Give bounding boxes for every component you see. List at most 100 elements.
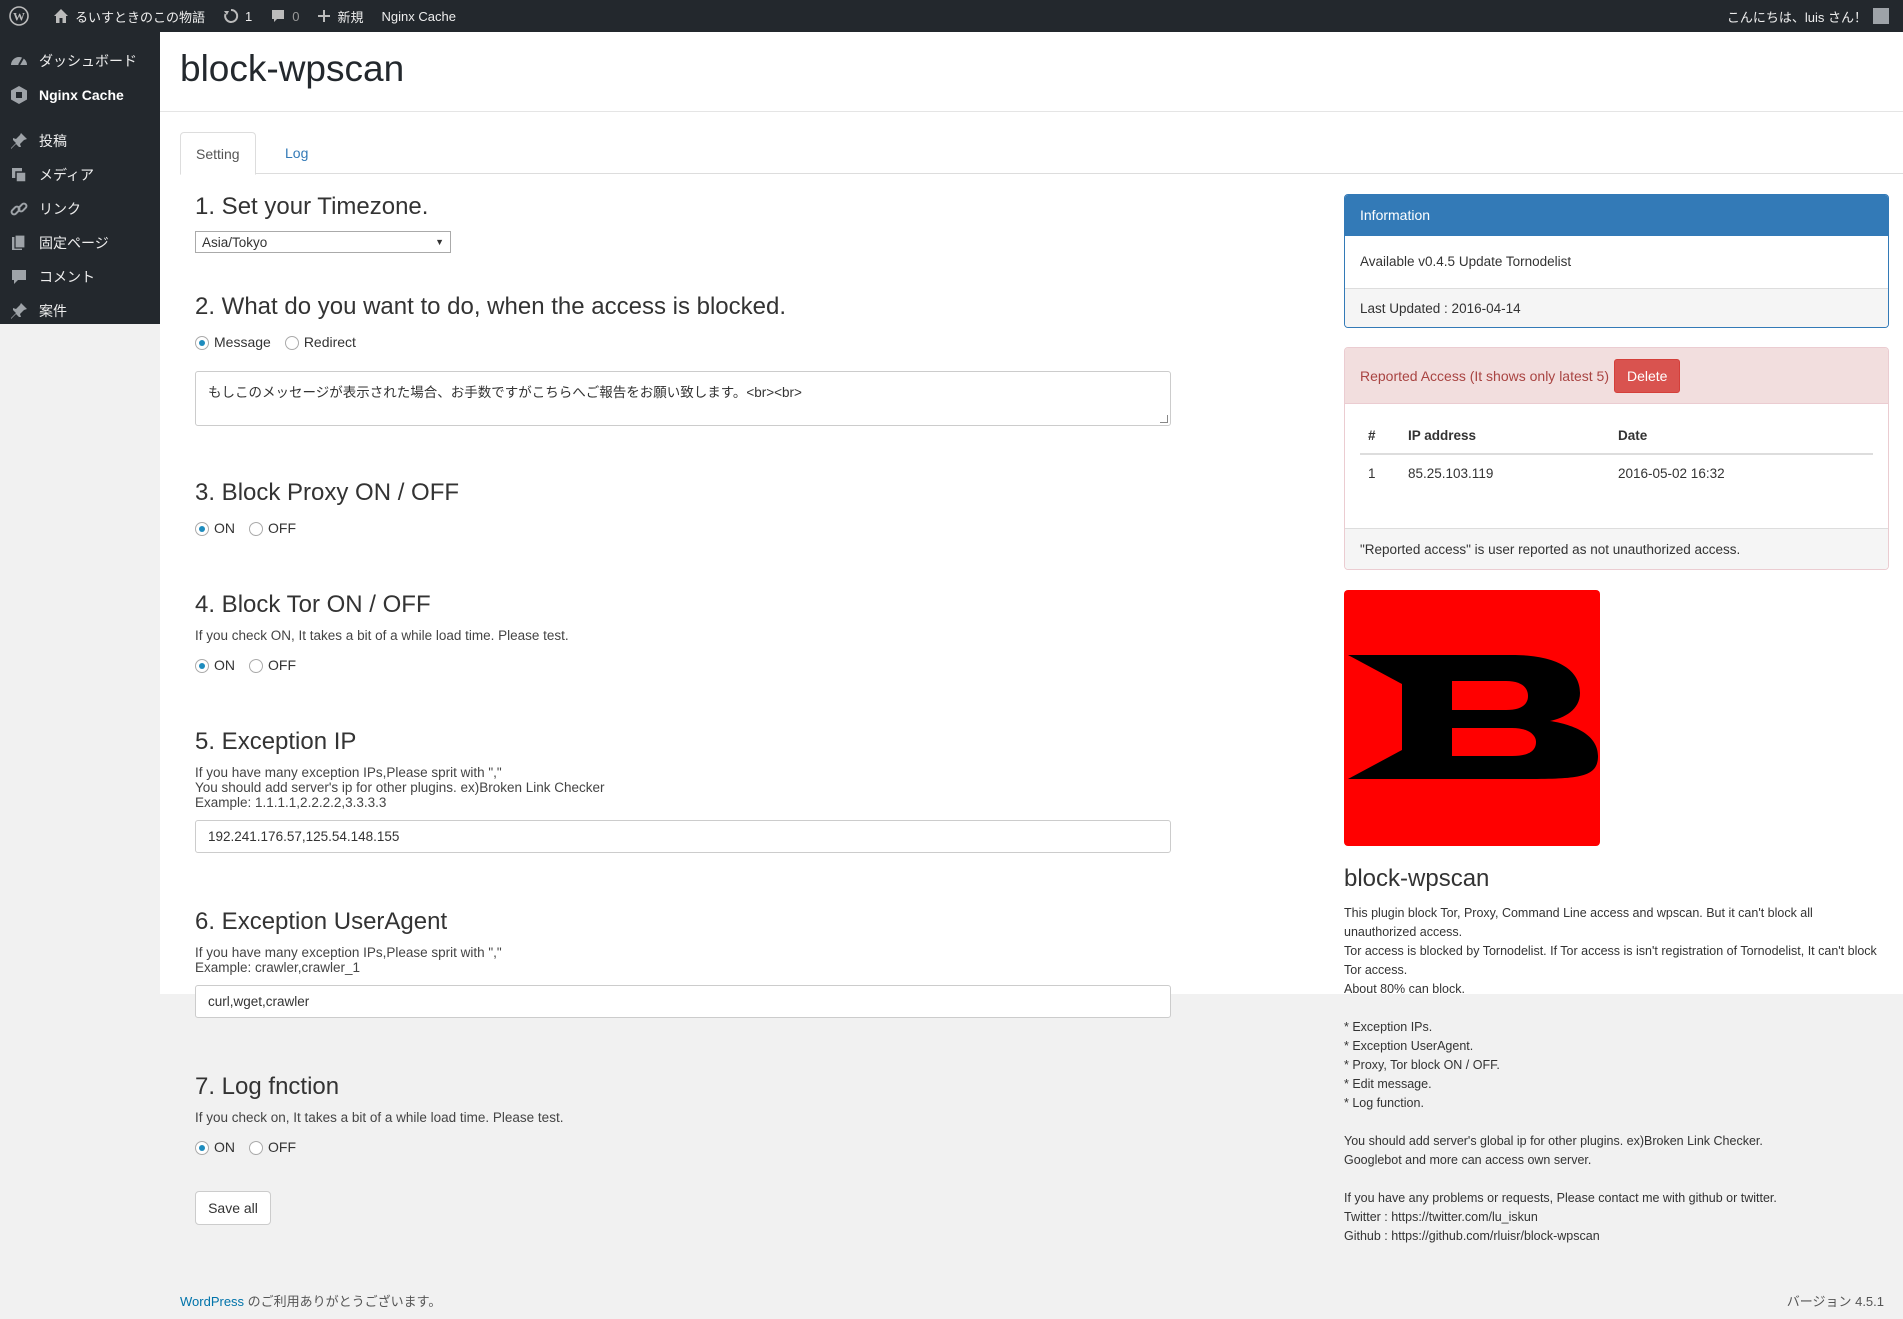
- description-line: Github : https://github.com/rluisr/block…: [1344, 1229, 1600, 1243]
- radio-log-off[interactable]: [249, 1140, 263, 1155]
- section-title-exception-useragent: 6. Exception UserAgent: [195, 908, 448, 935]
- block-proxy-radio-group: ON OFF: [195, 520, 310, 536]
- radio-label-off: OFF: [268, 657, 296, 673]
- log-function-help: If you check on, It takes a bit of a whi…: [195, 1110, 564, 1125]
- wordpress-link[interactable]: WordPress: [180, 1294, 244, 1309]
- svg-text:W: W: [13, 10, 25, 24]
- home-icon: [54, 9, 68, 23]
- description-line: * Edit message.: [1344, 1077, 1432, 1091]
- radio-label-redirect: Redirect: [303, 334, 356, 350]
- information-heading: Information: [1345, 195, 1888, 236]
- radio-proxy-on[interactable]: [195, 521, 209, 536]
- row-date: 2016-05-02 16:32: [1618, 466, 1725, 481]
- menu-label: リンク: [39, 201, 81, 217]
- comment-icon: [272, 10, 285, 22]
- radio-proxy-off[interactable]: [249, 521, 263, 536]
- information-footer: Last Updated : 2016-04-14: [1345, 288, 1888, 327]
- exception-ip-help-2: You should add server's ip for other plu…: [195, 780, 605, 795]
- exception-ip-help-1: If you have many exception IPs,Please sp…: [195, 765, 502, 780]
- radio-log-on[interactable]: [195, 1140, 209, 1155]
- description-line: Tor access is blocked by Tornodelist. If…: [1344, 944, 1877, 977]
- tab-bar: Setting Log: [180, 132, 1903, 175]
- table-header-row: # IP address Date: [1360, 418, 1873, 455]
- timezone-select[interactable]: Asia/Tokyo ▼: [195, 231, 451, 253]
- updates-icon: [224, 8, 239, 23]
- description-line: * Exception UserAgent.: [1344, 1039, 1474, 1053]
- menu-label: 固定ページ: [39, 235, 109, 251]
- tab-setting[interactable]: Setting: [180, 132, 256, 175]
- updates-link[interactable]: 1: [214, 0, 261, 32]
- section-title-log-function: 7. Log fnction: [195, 1073, 340, 1100]
- page-title: block-wpscan: [180, 48, 405, 89]
- new-label: 新規: [337, 9, 364, 25]
- description-line: If you have any problems or requests, Pl…: [1344, 1191, 1777, 1205]
- reported-access-table: # IP address Date 1 85.25.103.119 2016-0…: [1360, 418, 1873, 492]
- radio-tor-off[interactable]: [249, 658, 263, 673]
- block-tor-help: If you check ON, It takes a bit of a whi…: [195, 628, 569, 643]
- radio-label-on: ON: [214, 657, 235, 673]
- menu-label: Nginx Cache: [39, 87, 124, 103]
- nginx-icon: [11, 86, 27, 104]
- new-content-link[interactable]: 新規: [308, 0, 372, 32]
- resize-grip-icon[interactable]: [1160, 415, 1168, 423]
- footer-version: バージョン 4.5.1: [1786, 1294, 1884, 1309]
- radio-label-on: ON: [214, 520, 235, 536]
- nginx-cache-link[interactable]: Nginx Cache: [373, 0, 465, 32]
- radio-message[interactable]: [195, 335, 209, 350]
- tab-log[interactable]: Log: [270, 132, 323, 174]
- description-line: [1344, 1170, 1884, 1189]
- radio-label-on: ON: [214, 1139, 235, 1155]
- reported-access-title: Reported Access (It shows only latest 5): [1360, 367, 1609, 384]
- timezone-value: Asia/Tokyo: [202, 234, 268, 250]
- menu-item-media[interactable]: メディア: [0, 158, 160, 192]
- section-title-exception-ip: 5. Exception IP: [195, 728, 357, 755]
- menu-item-posts[interactable]: 投稿: [0, 124, 160, 158]
- exception-ip-value: 192.241.176.57,125.54.148.155: [208, 829, 400, 844]
- menu-item-nginx-cache[interactable]: Nginx Cache: [0, 78, 160, 112]
- menu-item-links[interactable]: リンク: [0, 192, 160, 226]
- information-panel: Information Available v0.4.5 Update Torn…: [1344, 194, 1889, 328]
- table-row: 1 85.25.103.119 2016-05-02 16:32: [1360, 454, 1873, 492]
- description-line: [1344, 999, 1884, 1018]
- comments-link[interactable]: 0: [261, 0, 308, 32]
- admin-bar: W るいすときのこの物語 1 0 新規 Nginx Cache こんにちは、lu…: [0, 0, 1903, 32]
- description-line: You should add server's global ip for ot…: [1344, 1134, 1763, 1148]
- dashboard-icon: [11, 57, 27, 66]
- avatar: [1873, 8, 1889, 24]
- exception-useragent-input[interactable]: curl,wget,crawler: [195, 985, 1171, 1018]
- description-line: * Exception IPs.: [1344, 1020, 1433, 1034]
- menu-item-comments[interactable]: コメント: [0, 260, 160, 294]
- radio-redirect[interactable]: [284, 335, 299, 350]
- exception-ip-input[interactable]: 192.241.176.57,125.54.148.155: [195, 820, 1171, 853]
- description-line: * Proxy, Tor block ON / OFF.: [1344, 1058, 1500, 1072]
- comment-icon: [12, 270, 26, 284]
- radio-label-off: OFF: [268, 1139, 296, 1155]
- exception-ip-help-3: Example: 1.1.1.1,2.2.2.2,3.3.3.3: [195, 795, 387, 810]
- pin-icon: [11, 133, 27, 149]
- account-link[interactable]: こんにちは、luis さん！: [1718, 0, 1903, 32]
- description-line: [1344, 1113, 1884, 1132]
- column-header: #: [1360, 418, 1400, 455]
- information-body: Available v0.4.5 Update Tornodelist: [1360, 254, 1572, 269]
- menu-item-projects[interactable]: 案件: [0, 294, 160, 328]
- message-textarea[interactable]: もしこのメッセージが表示された場合、お手数ですがこちらへご報告をお願い致します。…: [195, 371, 1171, 426]
- radio-label-off: OFF: [268, 520, 296, 536]
- delete-button[interactable]: Delete: [1614, 358, 1681, 393]
- site-name-link[interactable]: るいすときのこの物語: [44, 0, 214, 32]
- menu-item-dashboard[interactable]: ダッシュボード: [0, 44, 160, 78]
- radio-label-message: Message: [214, 334, 271, 350]
- description-line: About 80% can block.: [1344, 982, 1465, 996]
- description-line: Googlebot and more can access own server…: [1344, 1153, 1592, 1167]
- plugin-description: This plugin block Tor, Proxy, Command Li…: [1344, 904, 1884, 1246]
- row-ip: 85.25.103.119: [1408, 466, 1494, 481]
- save-all-button[interactable]: Save all: [195, 1191, 271, 1225]
- menu-label: ダッシュボード: [39, 53, 137, 69]
- section-title-block-proxy: 3. Block Proxy ON / OFF: [195, 479, 460, 506]
- wp-logo-icon[interactable]: W: [0, 0, 44, 32]
- menu-label: コメント: [39, 269, 95, 285]
- b-logo-icon: [1348, 655, 1598, 779]
- media-icon: [12, 168, 27, 183]
- menu-item-pages[interactable]: 固定ページ: [0, 226, 160, 260]
- radio-tor-on[interactable]: [195, 658, 209, 673]
- link-icon: [10, 202, 28, 216]
